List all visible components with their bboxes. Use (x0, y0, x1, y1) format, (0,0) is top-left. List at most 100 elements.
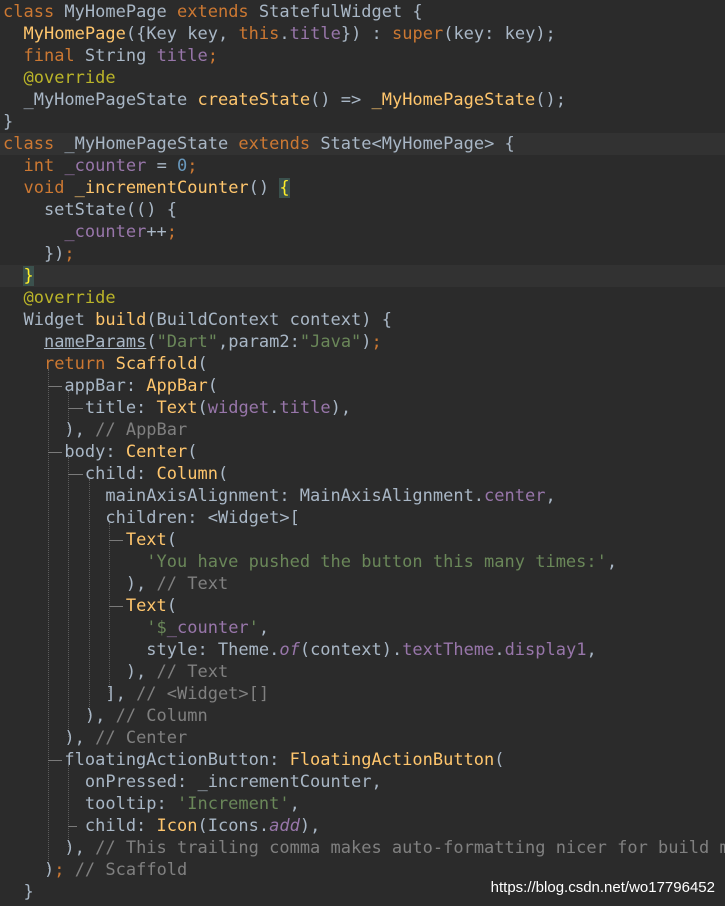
code-line[interactable]: } (0, 265, 725, 287)
code-token: Scaffold (115, 354, 198, 374)
code-token: _MyHomePageState (371, 90, 536, 110)
code-token: (); (535, 90, 566, 110)
code-line[interactable]: _MyHomePageState createState() => _MyHom… (0, 89, 725, 111)
code-line[interactable]: floatingActionButton: FloatingActionButt… (0, 749, 725, 771)
code-line[interactable]: Text( (0, 529, 725, 551)
code-token: _MyHomePageState (64, 134, 239, 154)
code-token: ), (3, 662, 157, 682)
code-token: build (95, 310, 147, 330)
code-token: _incrementCounter (74, 178, 249, 198)
code-token: MyHomePage (23, 24, 126, 44)
code-token: title: (3, 398, 157, 418)
code-line[interactable]: ], // <Widget>[] (0, 683, 725, 705)
code-line[interactable]: tooltip: 'Increment', (0, 793, 725, 815)
code-token: ({Key key, (125, 24, 239, 44)
code-line[interactable]: ), // Text (0, 573, 725, 595)
code-line[interactable]: ); // Scaffold (0, 859, 725, 881)
code-line[interactable]: nameParams("Dart",param2:"Java"); (0, 331, 725, 353)
code-token: return (43, 354, 116, 374)
code-token: of (279, 640, 300, 660)
code-line[interactable]: ), // Text (0, 661, 725, 683)
code-line[interactable]: title: Text(widget.title), (0, 397, 725, 419)
code-line[interactable]: ), // Center (0, 727, 725, 749)
code-line[interactable]: '$_counter', (0, 617, 725, 639)
code-line[interactable]: void _incrementCounter() { (0, 177, 725, 199)
code-line[interactable]: mainAxisAlignment: MainAxisAlignment.cen… (0, 485, 725, 507)
code-token: '$ (146, 618, 167, 638)
code-line[interactable]: final String title; (0, 45, 725, 67)
code-line[interactable]: class _MyHomePageState extends State<MyH… (0, 133, 725, 155)
code-token: "Dart" (156, 332, 218, 352)
code-line[interactable]: children: <Widget>[ (0, 507, 725, 529)
code-line[interactable]: ), // This trailing comma makes auto-for… (0, 837, 725, 859)
code-token: Widget (3, 310, 96, 330)
code-token: mainAxisAlignment: MainAxisAlignment. (3, 486, 485, 506)
code-token: ( (217, 464, 229, 484)
code-token: appBar: (3, 376, 147, 396)
code-line[interactable]: class MyHomePage extends StatefulWidget … (0, 1, 725, 23)
code-token: title (289, 24, 341, 44)
code-token: body: (3, 442, 126, 462)
code-token: // <Widget>[] (136, 684, 270, 704)
code-token: ; (207, 46, 218, 66)
code-line[interactable]: _counter++; (0, 221, 725, 243)
code-line[interactable]: Widget build(BuildContext context) { (0, 309, 725, 331)
code-token: void (23, 178, 75, 198)
code-token: extends (238, 134, 321, 154)
code-token: ' (248, 618, 259, 638)
code-line[interactable]: appBar: AppBar( (0, 375, 725, 397)
code-token: ) (361, 332, 372, 352)
code-line[interactable]: setState(() { (0, 199, 725, 221)
code-token: Center (125, 442, 188, 462)
code-token: () => (310, 90, 372, 110)
code-line[interactable]: } (0, 111, 725, 133)
code-line[interactable]: return Scaffold( (0, 353, 725, 375)
code-line[interactable]: int _counter = 0; (0, 155, 725, 177)
code-token: ; (54, 860, 65, 880)
code-token: } (23, 266, 34, 286)
code-token: ) (3, 860, 55, 880)
code-line[interactable]: body: Center( (0, 441, 725, 463)
code-line[interactable]: @override (0, 287, 725, 309)
code-line[interactable]: onPressed: _incrementCounter, (0, 771, 725, 793)
code-token: . (269, 398, 280, 418)
code-token: Icon (156, 816, 198, 836)
code-token: , (289, 794, 300, 814)
code-line[interactable]: @override (0, 67, 725, 89)
code-line[interactable]: MyHomePage({Key key, this.title}) : supe… (0, 23, 725, 45)
code-token: setState(() { (3, 200, 177, 220)
code-token: ), (3, 838, 96, 858)
code-line[interactable]: child: Icon(Icons.add), (0, 815, 725, 837)
code-token: 'Increment' (177, 794, 290, 814)
code-token: // Text (156, 574, 229, 594)
code-token: ( (187, 442, 198, 462)
code-line[interactable]: Text( (0, 595, 725, 617)
code-token: final (23, 46, 85, 66)
code-token: super (392, 24, 444, 44)
code-token: ), (299, 816, 321, 836)
code-token: class (3, 2, 65, 22)
code-line[interactable]: }); (0, 243, 725, 265)
code-line[interactable]: ), // AppBar (0, 419, 725, 441)
code-line[interactable]: child: Column( (0, 463, 725, 485)
code-token: Column (156, 464, 218, 484)
code-token: child: (3, 464, 157, 484)
code-token: = (146, 156, 178, 176)
code-token: ), (330, 398, 352, 418)
code-token: center (484, 486, 546, 506)
code-token: ), (3, 728, 96, 748)
code-token: . (279, 24, 290, 44)
code-token: MyHomePage (64, 2, 178, 22)
code-line[interactable]: style: Theme.of(context).textTheme.displ… (0, 639, 725, 661)
code-token: // Text (156, 662, 229, 682)
code-line[interactable]: 'You have pushed the button this many ti… (0, 551, 725, 573)
code-line[interactable]: ), // Column (0, 705, 725, 727)
code-editor[interactable]: class MyHomePage extends StatefulWidget … (0, 0, 725, 906)
